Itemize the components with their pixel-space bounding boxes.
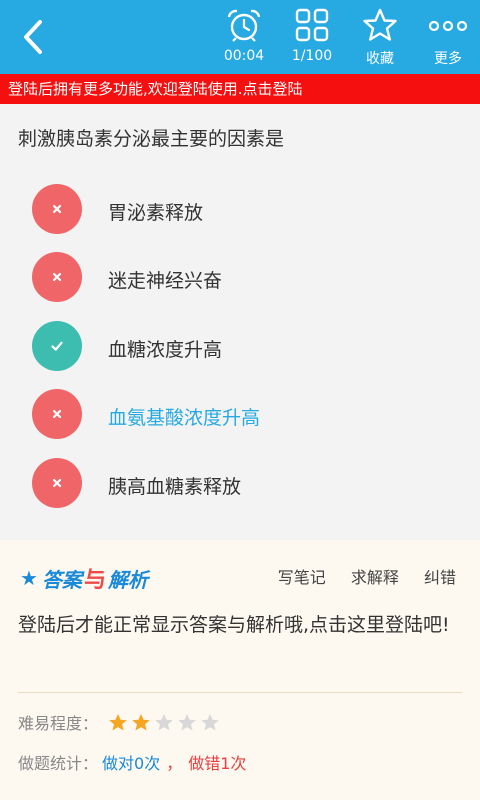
- more-dots-icon: [428, 20, 468, 32]
- star-icon: ★: [20, 566, 38, 590]
- login-banner[interactable]: 登陆后拥有更多功能,欢迎登陆使用.点击登陆: [0, 74, 480, 104]
- timer-label: 00:04: [223, 48, 265, 64]
- login-prompt-link[interactable]: 登陆后才能正常显示答案与解析哦,点击这里登陆吧!: [18, 610, 458, 641]
- difficulty-row: 难易程度：: [18, 710, 223, 734]
- question-area: 刺激胰岛素分泌最主要的因素是 胃泌素释放 迷走神经兴奋 血糖浓度升高 血氨基酸浓…: [0, 104, 480, 540]
- star-empty-icon: [155, 713, 173, 730]
- stats-row: 做题统计： 做对0次 ， 做错1次: [18, 750, 246, 774]
- progress-label: 1/100: [291, 48, 333, 64]
- more-button[interactable]: 更多: [410, 6, 480, 70]
- write-note-button[interactable]: 写笔记: [278, 568, 326, 587]
- option-a-text: 胃泌素释放: [108, 202, 204, 224]
- option-c-text: 血糖浓度升高: [108, 339, 223, 361]
- answer-title-part3: 解析: [107, 567, 148, 592]
- answer-title: ★ 答案 与 解析: [20, 564, 148, 593]
- option-d-marker: [32, 389, 82, 439]
- star-filled-icon: [109, 713, 127, 730]
- option-b-marker: [32, 252, 82, 302]
- option-e-text: 胰高血糖素释放: [108, 476, 242, 498]
- option-b[interactable]: 迷走神经兴奋: [32, 252, 462, 304]
- star-outline-icon: [363, 8, 397, 41]
- ask-explanation-button[interactable]: 求解释: [351, 568, 399, 587]
- grid-icon: [295, 8, 329, 42]
- option-a-marker: [32, 184, 82, 234]
- option-c-marker: [32, 321, 82, 371]
- report-error-button[interactable]: 纠错: [424, 568, 456, 587]
- difficulty-label: 难易程度：: [18, 714, 99, 733]
- star-empty-icon: [201, 713, 219, 730]
- option-b-text: 迷走神经兴奋: [108, 270, 223, 292]
- answer-title-part2: 与: [83, 568, 106, 593]
- back-button[interactable]: [14, 16, 54, 58]
- stats-wrong: 做错1次: [188, 754, 247, 773]
- answer-title-part1: 答案: [41, 567, 82, 592]
- cross-icon: [52, 478, 62, 488]
- favorite-label: 收藏: [366, 51, 394, 67]
- question-text: 刺激胰岛素分泌最主要的因素是: [18, 128, 285, 150]
- answer-actions: 写笔记 求解释 纠错: [258, 564, 456, 588]
- chevron-left-icon: [24, 20, 42, 54]
- option-d[interactable]: 血氨基酸浓度升高: [32, 389, 462, 441]
- cross-icon: [52, 204, 62, 214]
- star-empty-icon: [178, 713, 196, 730]
- option-e-marker: [32, 458, 82, 508]
- divider: [18, 692, 462, 693]
- cross-icon: [52, 409, 62, 419]
- option-c[interactable]: 血糖浓度升高: [32, 321, 462, 373]
- favorite-button[interactable]: 收藏: [342, 6, 418, 70]
- stats-label: 做题统计：: [18, 754, 99, 773]
- stats-correct: 做对0次: [102, 754, 161, 773]
- cross-icon: [52, 272, 62, 282]
- timer-button[interactable]: 00:04: [206, 6, 282, 70]
- difficulty-stars: [108, 713, 223, 732]
- top-toolbar: 00:04 1/100 收藏 更多: [0, 0, 480, 74]
- star-filled-icon: [132, 713, 150, 730]
- stats-separator: ，: [166, 754, 183, 773]
- answer-panel: ★ 答案 与 解析 写笔记 求解释 纠错 登陆后才能正常显示答案与解析哦,点击这…: [0, 540, 480, 800]
- check-icon: [51, 341, 63, 351]
- more-label: 更多: [434, 51, 462, 67]
- option-e[interactable]: 胰高血糖素释放: [32, 458, 462, 510]
- alarm-clock-icon: [227, 9, 261, 42]
- option-d-text: 血氨基酸浓度升高: [108, 407, 261, 429]
- option-a[interactable]: 胃泌素释放: [32, 184, 462, 236]
- progress-button[interactable]: 1/100: [274, 6, 350, 70]
